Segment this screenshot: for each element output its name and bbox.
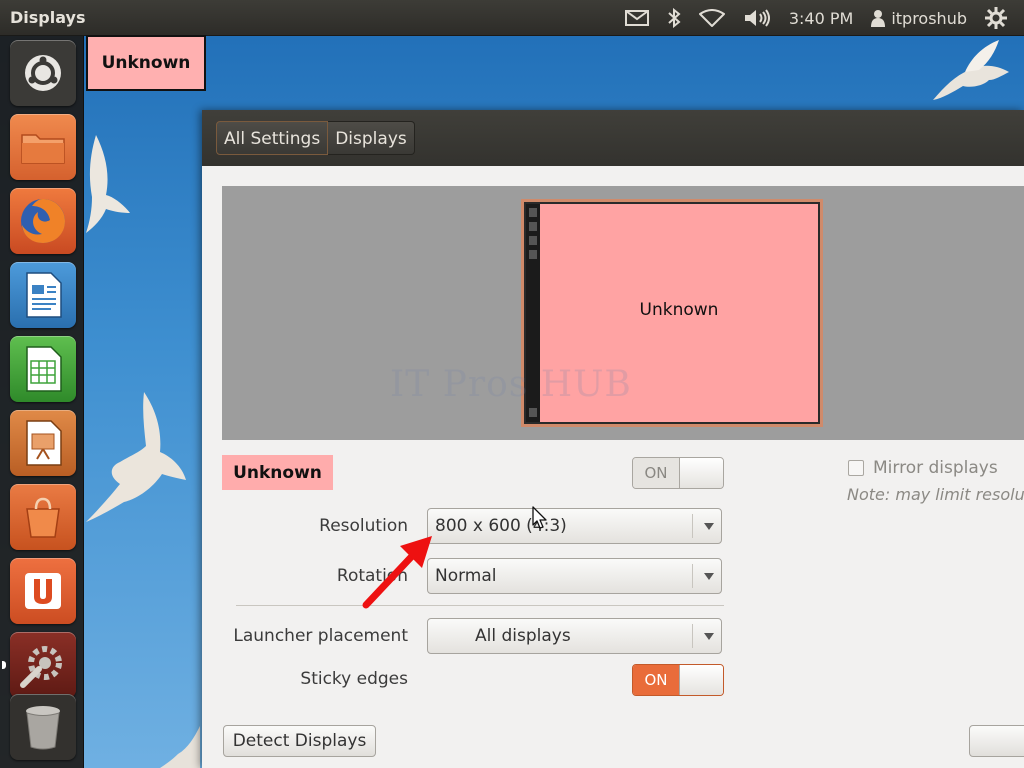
- breadcrumb: All Settings Displays: [216, 121, 415, 155]
- user-menu[interactable]: itproshub: [862, 0, 976, 36]
- display-power-switch[interactable]: ON: [632, 457, 724, 489]
- switch-state-text: ON: [633, 458, 679, 488]
- separator: [236, 605, 724, 606]
- annotation-arrow: [362, 536, 432, 609]
- user-icon: [871, 10, 886, 27]
- system-tray: 3:40 PM itproshub: [616, 0, 1016, 36]
- ubuntu-one-icon[interactable]: [10, 558, 76, 624]
- launcher: [0, 36, 84, 768]
- sticky-edges-label: Sticky edges: [300, 669, 408, 689]
- calc-icon[interactable]: [10, 336, 76, 402]
- mouse-cursor: [532, 506, 547, 529]
- launcher-placement-label: Launcher placement: [233, 626, 408, 646]
- breadcrumb-displays[interactable]: Displays: [328, 121, 415, 155]
- mirror-note: Note: may limit resolu: [847, 485, 1024, 504]
- dove-image: [933, 40, 1009, 100]
- monitor-preview-label: Unknown: [639, 300, 719, 320]
- firefox-icon[interactable]: [10, 188, 76, 254]
- chevron-down-icon: [704, 523, 714, 530]
- system-settings-icon[interactable]: [2, 632, 76, 698]
- top-panel: Displays 3:40 PM itproshub: [0, 0, 1024, 36]
- mail-icon[interactable]: [616, 0, 658, 36]
- mirror-displays-label: Mirror displays: [873, 458, 998, 478]
- launcher-placement-value: All displays: [475, 626, 571, 646]
- gear-icon[interactable]: [976, 0, 1016, 36]
- impress-icon[interactable]: [10, 410, 76, 476]
- rotation-value: Normal: [435, 566, 497, 586]
- displays-settings-window: All Settings Displays Unknown IT Pros HU…: [202, 110, 1024, 768]
- user-name: itproshub: [891, 8, 967, 28]
- display-name-label: Unknown: [222, 455, 333, 490]
- clock-label[interactable]: 3:40 PM: [780, 0, 862, 36]
- volume-icon[interactable]: [734, 0, 780, 36]
- dove-image: [160, 726, 200, 768]
- rotation-dropdown[interactable]: Normal: [427, 558, 722, 594]
- detect-displays-button[interactable]: Detect Displays: [223, 725, 376, 757]
- launcher-placement-dropdown[interactable]: All displays: [427, 618, 722, 654]
- dove-image: [86, 392, 186, 522]
- software-center-icon[interactable]: [10, 484, 76, 550]
- running-indicator: [2, 661, 6, 669]
- breadcrumb-all-settings[interactable]: All Settings: [216, 121, 329, 155]
- chevron-down-icon: [704, 573, 714, 580]
- mirror-displays-checkbox[interactable]: [848, 460, 864, 476]
- watermark: IT Pros HUB: [390, 364, 632, 405]
- switch-knob: [679, 665, 723, 695]
- mirror-displays-option[interactable]: Mirror displays: [848, 458, 998, 478]
- dove-image: [86, 135, 130, 233]
- display-identify-label: Unknown: [86, 35, 206, 91]
- window-toolbar: All Settings Displays: [202, 110, 1024, 166]
- files-icon[interactable]: [10, 114, 76, 180]
- apply-button[interactable]: [969, 725, 1024, 757]
- bluetooth-icon[interactable]: [658, 0, 690, 36]
- dash-home-icon[interactable]: [10, 40, 76, 106]
- resolution-dropdown[interactable]: 800 x 600 (4:3): [427, 508, 722, 544]
- active-app-title: Displays: [10, 8, 86, 27]
- display-arrangement-preview: Unknown IT Pros HUB: [222, 186, 1024, 440]
- switch-state-text: ON: [633, 665, 679, 695]
- trash-icon[interactable]: [10, 694, 76, 760]
- wifi-icon[interactable]: [690, 0, 734, 36]
- sticky-edges-switch[interactable]: ON: [632, 664, 724, 696]
- switch-knob: [679, 458, 723, 488]
- writer-icon[interactable]: [10, 262, 76, 328]
- chevron-down-icon: [704, 633, 714, 640]
